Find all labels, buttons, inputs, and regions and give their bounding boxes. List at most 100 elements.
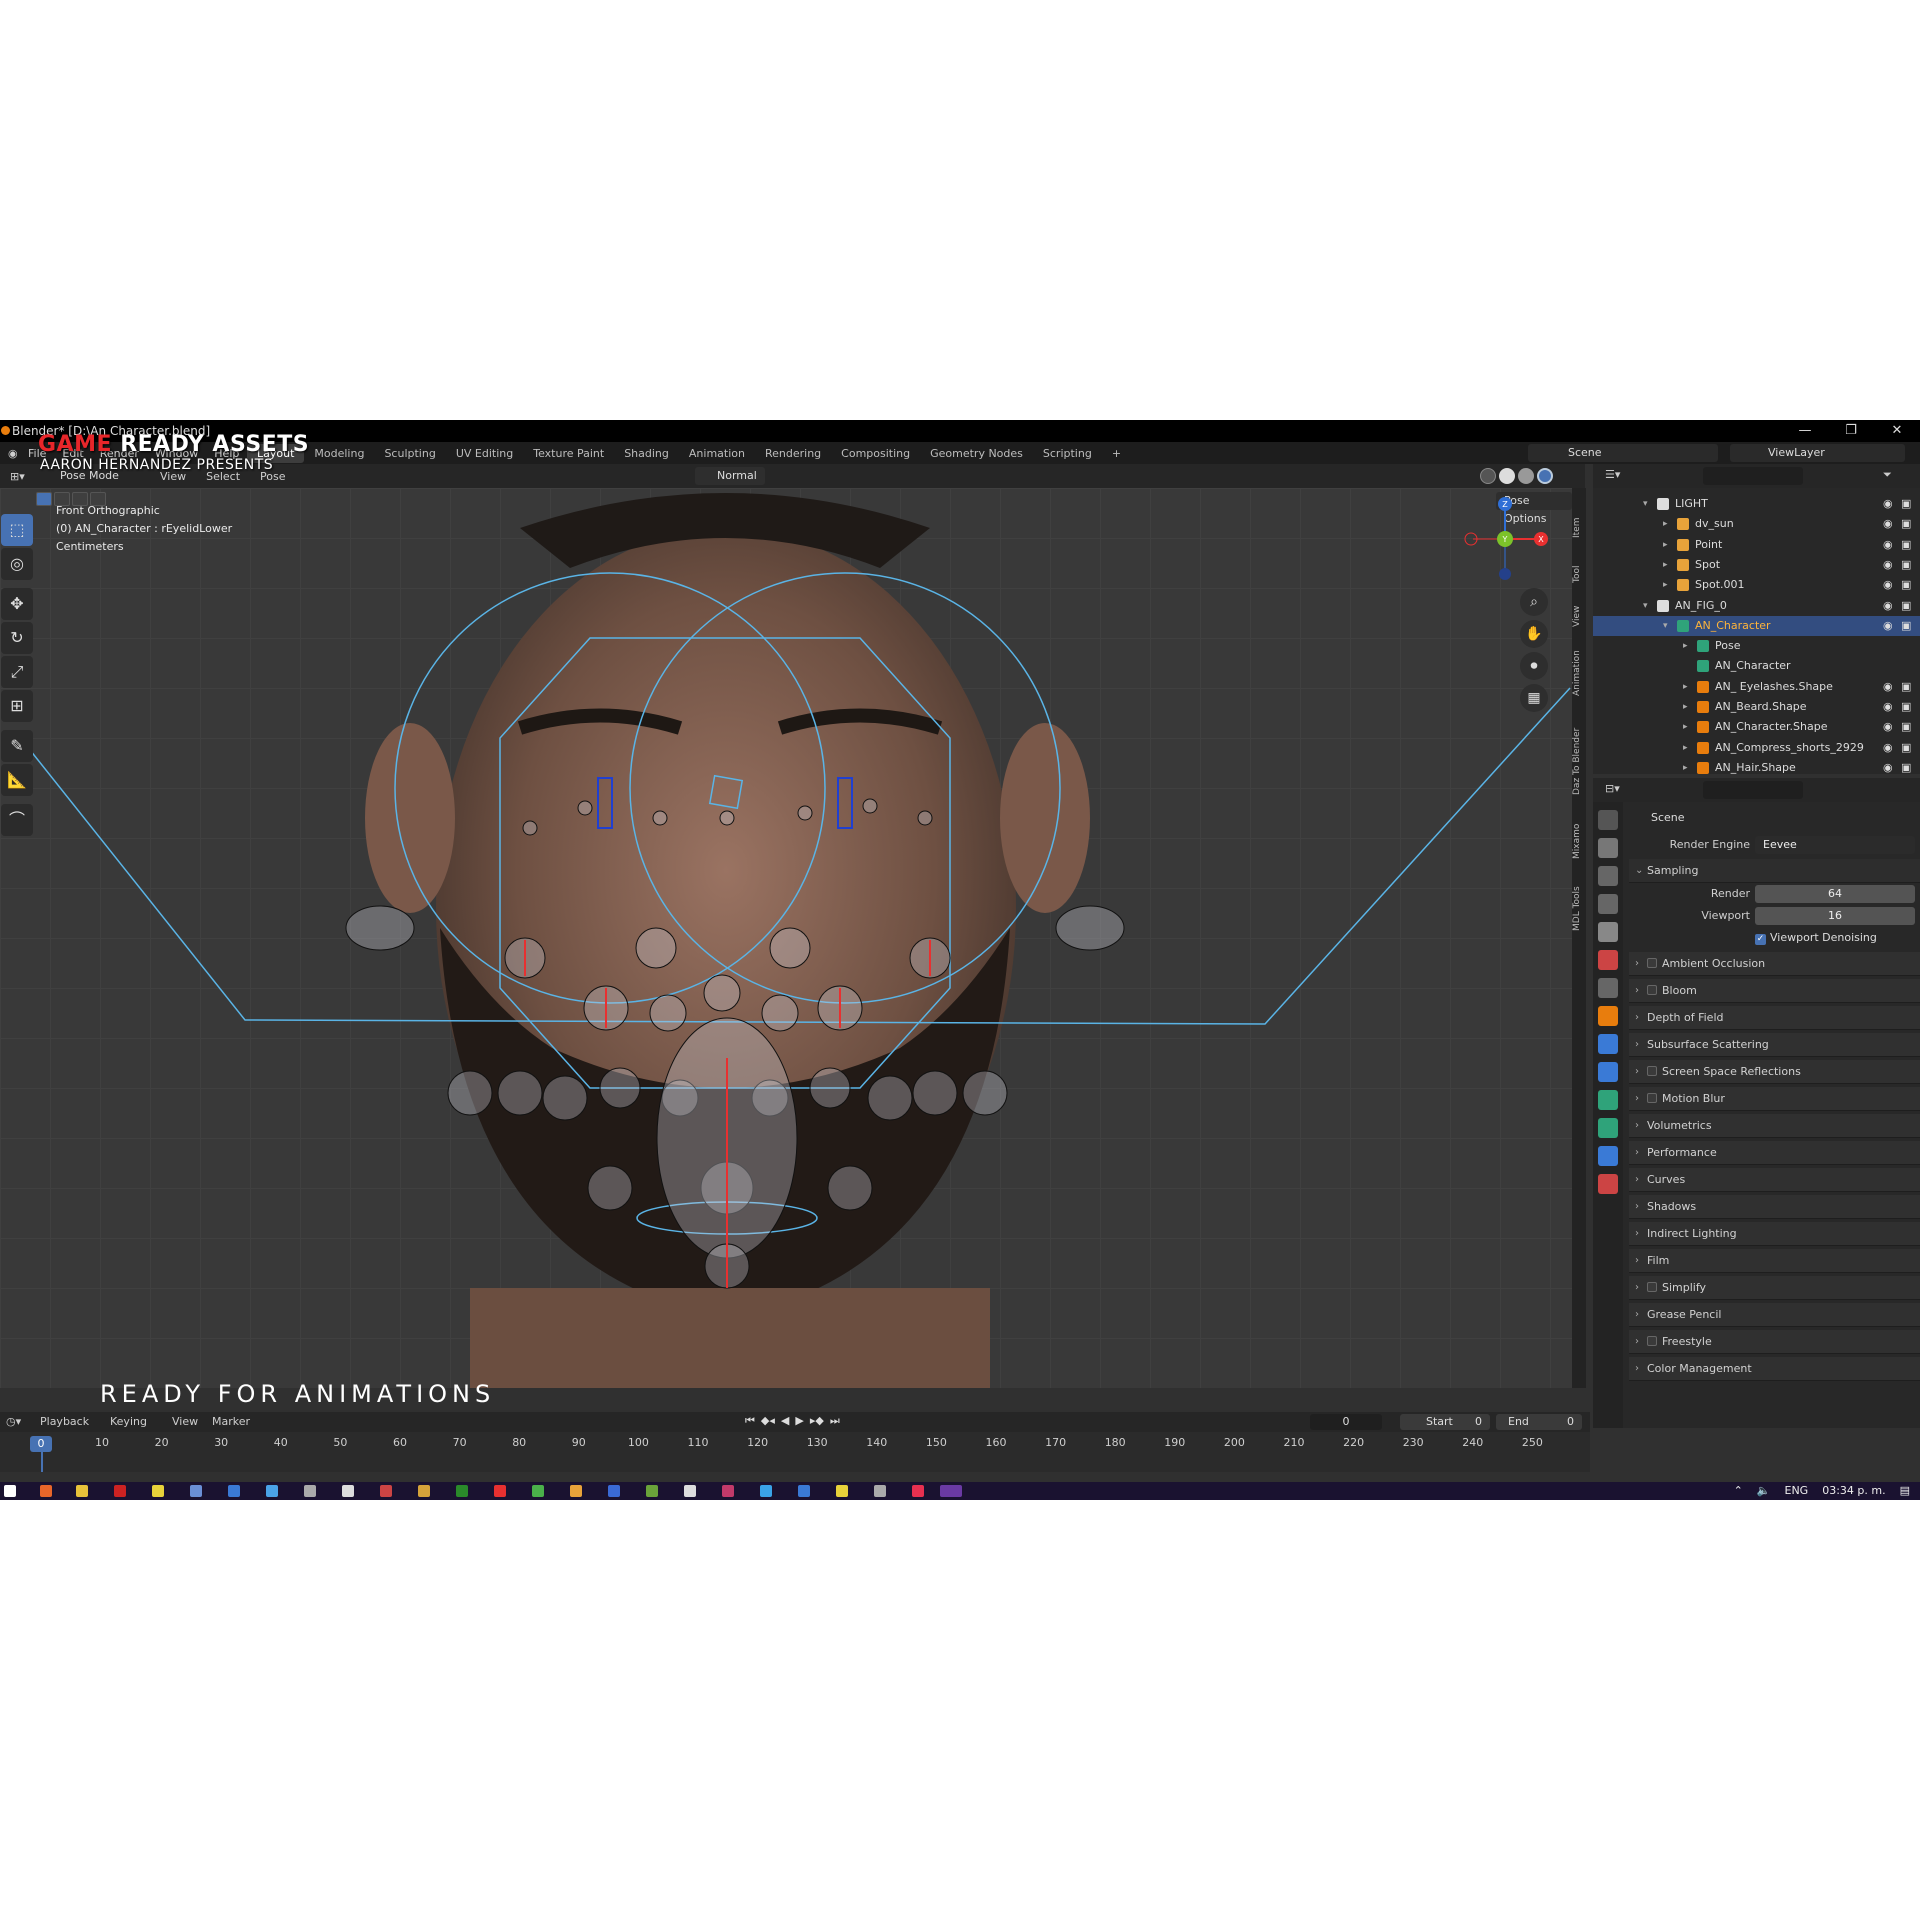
material-shading-icon[interactable] [1518, 468, 1534, 484]
panel-enable-checkbox[interactable] [1647, 1336, 1657, 1346]
panel-ambient-occlusion[interactable]: › Ambient Occlusion [1629, 952, 1920, 976]
render-camera-icon[interactable]: ▣ [1901, 596, 1911, 616]
app-icon[interactable] [760, 1485, 772, 1497]
editor-type-icon[interactable]: ⊞▾ [0, 470, 35, 483]
next-keyframe-icon[interactable]: ▸◆ [810, 1414, 824, 1428]
language-indicator[interactable]: ENG [1785, 1482, 1809, 1500]
expand-right-icon[interactable]: ▸ [1663, 555, 1668, 575]
minimize-button[interactable]: — [1782, 420, 1828, 442]
visibility-eye-icon[interactable]: ◉ [1883, 697, 1893, 717]
expand-right-icon[interactable]: ▸ [1663, 575, 1668, 595]
volume-icon[interactable]: 🔈 [1757, 1482, 1771, 1500]
transform-tool[interactable]: ⊞ [1, 690, 33, 722]
rendered-shading-icon[interactable] [1537, 468, 1553, 484]
panel-film[interactable]: › Film [1629, 1249, 1920, 1273]
tab-tool[interactable]: Tool [1572, 556, 1586, 592]
panel-motion-blur[interactable]: › Motion Blur [1629, 1087, 1920, 1111]
view-layer-selector[interactable]: ViewLayer [1730, 444, 1905, 462]
close-button[interactable]: ✕ [1874, 420, 1920, 442]
3d-viewport[interactable]: Front Orthographic (0) AN_Character : rE… [0, 488, 1572, 1388]
expand-right-icon[interactable]: ▸ [1663, 514, 1668, 534]
play-icon[interactable]: ▶ [795, 1414, 803, 1428]
app-icon[interactable] [684, 1485, 696, 1497]
timeline-editor-icon[interactable]: ◷▾ [6, 1412, 21, 1432]
camera-view-icon[interactable]: ⏺ [1520, 652, 1548, 680]
app-icon[interactable] [646, 1485, 658, 1497]
navigation-gizmo[interactable]: Z X Y [1455, 494, 1565, 584]
visibility-eye-icon[interactable]: ◉ [1883, 616, 1893, 636]
render-props-icon[interactable] [1598, 838, 1618, 858]
expand-right-icon[interactable]: ▸ [1683, 738, 1688, 758]
panel-freestyle[interactable]: › Freestyle [1629, 1330, 1920, 1354]
app-icon[interactable] [456, 1485, 468, 1497]
notifications-icon[interactable]: ▤ [1900, 1482, 1910, 1500]
tab-animation-panel[interactable]: Animation [1572, 638, 1586, 708]
panel-enable-checkbox[interactable] [1647, 985, 1657, 995]
tab-scripting[interactable]: Scripting [1033, 444, 1102, 463]
playhead[interactable]: 0 [30, 1436, 52, 1452]
menu-playback[interactable]: Playback [40, 1412, 89, 1432]
panel-subsurface-scattering[interactable]: › Subsurface Scattering [1629, 1033, 1920, 1057]
viewport-samples-field[interactable]: 16 [1755, 907, 1915, 925]
expand-down-icon[interactable]: ▾ [1643, 596, 1648, 616]
file-explorer-icon[interactable] [76, 1485, 88, 1497]
sampling-panel[interactable]: ⌄ Sampling [1629, 859, 1920, 883]
app-icon[interactable] [494, 1485, 506, 1497]
panel-volumetrics[interactable]: › Volumetrics [1629, 1114, 1920, 1138]
render-camera-icon[interactable]: ▣ [1901, 555, 1911, 575]
app-icon[interactable] [304, 1485, 316, 1497]
outliner-row[interactable]: ▾ LIGHT ◉ ▣ [1593, 494, 1920, 514]
app-icon[interactable] [228, 1485, 240, 1497]
object-props-icon[interactable] [1598, 1006, 1618, 1026]
app-icon[interactable] [342, 1485, 354, 1497]
visibility-eye-icon[interactable]: ◉ [1883, 677, 1893, 697]
visibility-eye-icon[interactable]: ◉ [1883, 596, 1893, 616]
tab-texture-paint[interactable]: Texture Paint [523, 444, 614, 463]
outliner-row[interactable]: AN_Character [1593, 656, 1920, 676]
expand-right-icon[interactable]: ▸ [1683, 677, 1688, 697]
app-icon[interactable] [380, 1485, 392, 1497]
tab-animation[interactable]: Animation [679, 444, 755, 463]
render-camera-icon[interactable]: ▣ [1901, 738, 1911, 758]
outliner-row[interactable]: ▸ AN_ Eyelashes.Shape ◉ ▣ [1593, 677, 1920, 697]
bone-roll-tool[interactable]: ⌒ [1, 804, 33, 836]
app-icon[interactable] [874, 1485, 886, 1497]
view-layer-props-icon[interactable] [1598, 894, 1618, 914]
bone-props-icon[interactable] [1598, 1118, 1618, 1138]
select-box-tool[interactable]: ⬚ [1, 514, 33, 546]
outliner-row[interactable]: ▸ Spot ◉ ▣ [1593, 555, 1920, 575]
tab-geometry-nodes[interactable]: Geometry Nodes [920, 444, 1033, 463]
render-camera-icon[interactable]: ▣ [1901, 535, 1911, 555]
tab-rendering[interactable]: Rendering [755, 444, 831, 463]
viewport-denoising-checkbox[interactable]: ✓ Viewport Denoising [1629, 927, 1920, 949]
expand-right-icon[interactable]: ▸ [1683, 697, 1688, 717]
panel-screen-space-reflections[interactable]: › Screen Space Reflections [1629, 1060, 1920, 1084]
panel-simplify[interactable]: › Simplify [1629, 1276, 1920, 1300]
menu-timeline-view[interactable]: View [172, 1412, 198, 1432]
render-camera-icon[interactable]: ▣ [1901, 575, 1911, 595]
app-icon[interactable] [266, 1485, 278, 1497]
visibility-eye-icon[interactable]: ◉ [1883, 717, 1893, 737]
scale-tool[interactable]: ⤢ [1, 656, 33, 688]
tab-mdl-tools[interactable]: MDL Tools [1572, 874, 1586, 944]
panel-shadows[interactable]: › Shadows [1629, 1195, 1920, 1219]
chrome-icon[interactable] [532, 1485, 544, 1497]
menu-marker[interactable]: Marker [212, 1412, 250, 1432]
panel-enable-checkbox[interactable] [1647, 1282, 1657, 1292]
filter-icon[interactable]: ⏷ [1883, 468, 1892, 482]
expand-right-icon[interactable]: ▸ [1683, 758, 1688, 778]
tab-modeling[interactable]: Modeling [304, 444, 374, 463]
visibility-eye-icon[interactable]: ◉ [1883, 494, 1893, 514]
panel-grease-pencil[interactable]: › Grease Pencil [1629, 1303, 1920, 1327]
transform-orientation-selector[interactable]: Normal [695, 467, 765, 485]
tab-compositing[interactable]: Compositing [831, 444, 920, 463]
panel-enable-checkbox[interactable] [1647, 1093, 1657, 1103]
end-frame-field[interactable]: End 0 [1496, 1414, 1582, 1430]
timeline[interactable]: 0 10 20 30 40 50 60 70 80 90 100 110 120 130 140 150 16… [0, 1432, 1590, 1472]
app-icon[interactable] [836, 1485, 848, 1497]
measure-tool[interactable]: 📐 [1, 764, 33, 796]
tab-mixamo[interactable]: Mixamo [1572, 816, 1586, 866]
expand-down-icon[interactable]: ▾ [1643, 494, 1648, 514]
clock[interactable]: 03:34 p. m. [1822, 1482, 1885, 1500]
tab-uv-editing[interactable]: UV Editing [446, 444, 523, 463]
